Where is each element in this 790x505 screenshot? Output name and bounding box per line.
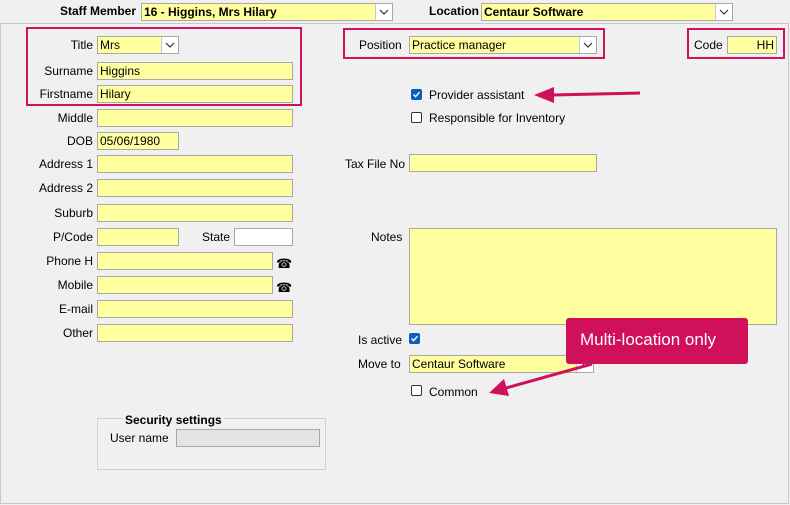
arrow-common bbox=[489, 362, 593, 396]
annotation-arrows bbox=[489, 87, 641, 396]
arrow-provider-assistant bbox=[534, 87, 641, 103]
